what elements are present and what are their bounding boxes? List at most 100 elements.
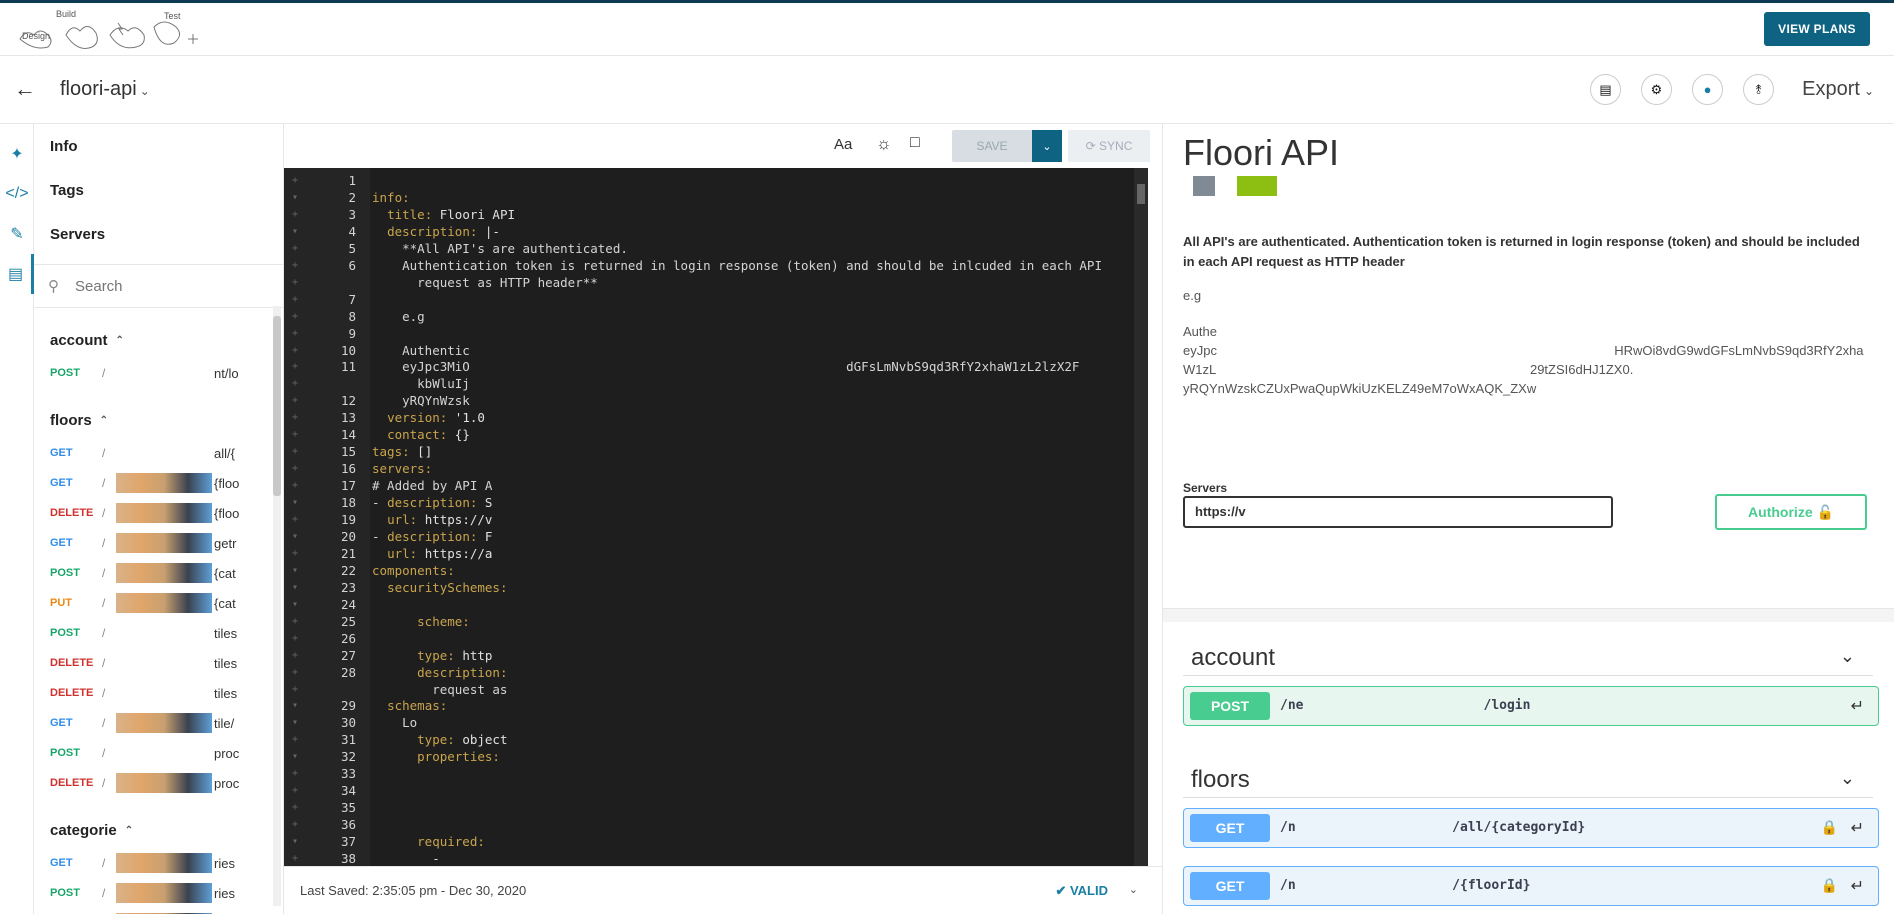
line-number: 2	[348, 189, 356, 205]
theme-toggle-icon[interactable]: ☼	[876, 134, 892, 154]
operation-row[interactable]: POST/ne /login ↵	[1183, 686, 1879, 726]
sidebar-link-info[interactable]: Info	[34, 124, 283, 168]
line-text: description: |-	[387, 223, 500, 239]
navigation-sidebar: Info Tags Servers ⚲ account ⌃ POST / nt/lo fl…	[34, 124, 284, 914]
save-button[interactable]: SAVE	[952, 130, 1032, 162]
endpoint-path: getr	[214, 535, 237, 551]
authorize-button[interactable]: Authorize 🔓	[1715, 494, 1867, 530]
sidebar-endpoint[interactable]: POST / tiles	[34, 618, 283, 648]
auth-example-line: Authe	[1183, 324, 1217, 339]
endpoint-path: proc	[214, 775, 240, 791]
back-arrow-icon[interactable]: ←	[12, 76, 38, 102]
line-number: 34	[340, 783, 356, 799]
project-selector[interactable]: floori-api ⌄	[60, 78, 150, 101]
endpoint-path: {floo	[214, 505, 240, 521]
line-text: Authentic	[372, 342, 470, 358]
yaml-code-area[interactable]: +1 ▾ 2 info: +3 title: Floori API ▾ 4 descript…	[284, 168, 1148, 866]
sidebar-endpoint[interactable]: POST / ries	[34, 878, 283, 908]
sidebar-group-floors[interactable]: floors ⌃	[34, 402, 283, 438]
sync-button[interactable]: ⟳ SYNC	[1068, 130, 1150, 162]
sidebar-endpoint[interactable]: DELETE / proc	[34, 768, 283, 798]
line-number: 35	[340, 800, 356, 816]
servers-select[interactable]: https://v	[1183, 496, 1613, 528]
line-text: schemas:	[387, 698, 448, 714]
sidebar-endpoint[interactable]: GET / {floo	[34, 468, 283, 498]
search-input[interactable]	[75, 277, 245, 295]
edit-icon[interactable]: ✎	[0, 214, 34, 254]
comment-icon[interactable]: □	[910, 134, 920, 152]
tag-section-account[interactable]: account ⌄	[1183, 636, 1873, 676]
bell-icon[interactable]: ●	[1692, 74, 1723, 105]
sidebar-endpoint[interactable]: GET/ries	[34, 848, 283, 878]
sidebar-group-categorie[interactable]: categorie ⌃	[34, 812, 283, 848]
line-number: 28	[340, 664, 356, 680]
code-line: ▾ 37 required:	[284, 833, 1148, 850]
section-separator	[1163, 608, 1894, 622]
sidebar-scrollbar-thumb[interactable]	[273, 316, 281, 496]
chevron-up-icon: ⌃	[124, 824, 134, 836]
endpoint-path: proc	[214, 745, 240, 761]
endpoint-path: all/{	[214, 445, 235, 461]
code-icon[interactable]: </>	[0, 174, 34, 214]
sidebar-endpoint[interactable]: GET / all/{	[34, 438, 283, 468]
sidebar-link-servers[interactable]: Servers	[34, 212, 283, 256]
line-text: type: object	[417, 732, 508, 748]
lock-icon[interactable]: 🔒	[1821, 877, 1838, 894]
operation-path: /n /{floorId}	[1280, 878, 1531, 893]
line-text: Authentication token is returned in logi…	[372, 257, 1102, 273]
path-prefix: /	[102, 686, 106, 700]
sidebar-endpoint[interactable]: GET / getr	[34, 528, 283, 558]
code-line: + request as	[284, 681, 1148, 698]
sidebar-link-tags[interactable]: Tags	[34, 168, 283, 212]
api-description: All API's are authenticated. Authenticat…	[1183, 234, 1860, 269]
chevron-down-icon[interactable]: ⌄	[1129, 883, 1138, 896]
font-size-button[interactable]: Aa	[834, 136, 852, 153]
line-number: 29	[340, 698, 356, 714]
redacted-block	[116, 533, 212, 553]
operation-row[interactable]: GET/n /{floorId} 🔒 ↵	[1183, 866, 1879, 906]
code-line: +19 url: https://v	[284, 511, 1148, 528]
line-text: servers:	[372, 461, 433, 477]
code-scrollbar-thumb[interactable]	[1137, 184, 1145, 204]
line-text: type: http	[417, 647, 493, 663]
product-logo[interactable]: Design Build Test	[18, 9, 228, 55]
endpoint-path: {cat	[214, 595, 236, 611]
sidebar-scrollbar[interactable]	[273, 306, 281, 906]
validation-status[interactable]: ✔ VALID	[1055, 883, 1108, 899]
sidebar-endpoint[interactable]: DELETE / {floo	[34, 498, 283, 528]
gear-icon[interactable]: ⚙	[1641, 74, 1672, 105]
code-scrollbar[interactable]	[1134, 168, 1148, 866]
tag-name: account	[1191, 644, 1276, 671]
line-number: 5	[348, 240, 356, 256]
share-icon[interactable]: ⥉	[1743, 74, 1774, 105]
docs-icon[interactable]: ▤	[0, 254, 34, 294]
lock-icon[interactable]: 🔒	[1821, 819, 1838, 836]
sidebar-endpoint[interactable]: POST / {cat	[34, 558, 283, 588]
sidebar-endpoint[interactable]: PUT / {cat	[34, 588, 283, 618]
sidebar-group-account[interactable]: account ⌃	[34, 322, 283, 358]
export-menu[interactable]: Export ⌄	[1802, 78, 1874, 101]
sidebar-endpoint[interactable]: GET / tile/	[34, 708, 283, 738]
code-line: +31 type: object	[284, 731, 1148, 748]
group-name: account	[50, 331, 108, 349]
redacted-block	[116, 593, 212, 613]
project-header: ← floori-api ⌄ ▤ ⚙ ● ⥉ Export ⌄	[0, 56, 1894, 124]
code-line: +14 contact: {}	[284, 426, 1148, 443]
api-title: Floori API	[1183, 132, 1340, 173]
code-line: +25 scheme:	[284, 613, 1148, 630]
view-plans-button[interactable]: VIEW PLANS	[1764, 12, 1870, 46]
design-icon[interactable]: ✦	[0, 134, 34, 174]
document-icon[interactable]: ▤	[1590, 74, 1621, 105]
code-line: + kbWluIj	[284, 375, 1148, 392]
sidebar-endpoint[interactable]: POST / proc	[34, 738, 283, 768]
sidebar-endpoint[interactable]: POST / nt/lo	[34, 358, 283, 388]
sidebar-endpoint[interactable]: DELETE / tiles	[34, 648, 283, 678]
code-line: +36	[284, 816, 1148, 833]
operation-row[interactable]: GET/n /all/{categoryId} 🔒 ↵	[1183, 808, 1879, 848]
line-number: 8	[348, 308, 356, 324]
tag-section-floors[interactable]: floors ⌄	[1183, 758, 1873, 798]
line-text	[372, 630, 417, 647]
sidebar-endpoint[interactable]: DELETE / tiles	[34, 678, 283, 708]
sidebar-endpoint[interactable]: GET/ries	[34, 908, 283, 914]
save-options-chevron-icon[interactable]: ⌄	[1032, 130, 1062, 162]
